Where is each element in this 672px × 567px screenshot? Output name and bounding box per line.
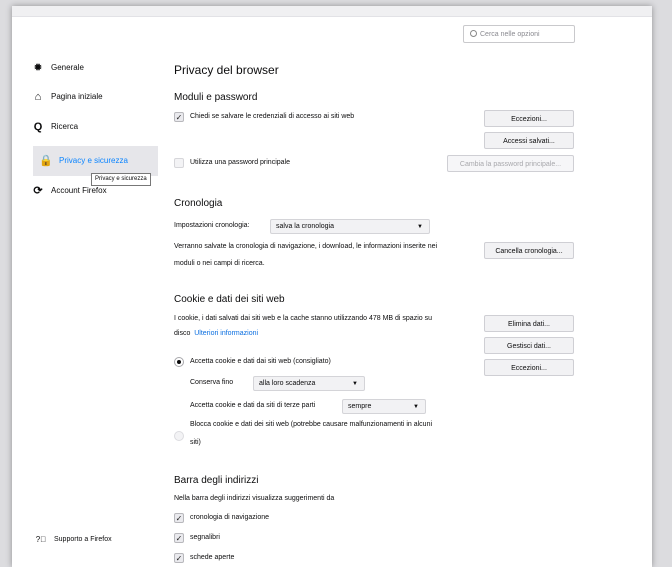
sidebar-item-label: Generale bbox=[51, 63, 84, 72]
cookies-description-line1: I cookie, i dati salvati dai siti web e … bbox=[174, 315, 432, 322]
chevron-down-icon: ▼ bbox=[352, 381, 358, 387]
accept-cookies-radio[interactable] bbox=[174, 357, 184, 367]
search-placeholder: Cerca nelle opzioni bbox=[480, 31, 540, 38]
third-party-cookies-dropdown[interactable]: sempre ▼ bbox=[342, 399, 426, 414]
sidebar-item-label: Ricerca bbox=[51, 122, 79, 131]
clear-history-button[interactable]: Cancella cronologia... bbox=[484, 242, 574, 259]
cookies-description-line2: disco Ulteriori informazioni bbox=[174, 327, 258, 341]
support-link[interactable]: ?⃝ Supporto a Firefox bbox=[34, 530, 112, 550]
window-top-edge bbox=[12, 6, 652, 17]
accept-cookies-label: Accetta cookie e dati dai siti web (cons… bbox=[190, 358, 331, 365]
sidebar-item-general[interactable]: ✹ Generale bbox=[31, 58, 84, 78]
gear-icon: ✹ bbox=[33, 62, 43, 74]
block-cookies-radio[interactable] bbox=[174, 431, 184, 441]
search-icon bbox=[470, 30, 477, 37]
cookie-exceptions-button[interactable]: Eccezioni... bbox=[484, 359, 574, 376]
third-party-cookies-value: sempre bbox=[348, 403, 372, 410]
history-description-line1: Verranno salvate la cronologia di naviga… bbox=[174, 243, 438, 250]
suggest-open-tabs-label: schede aperte bbox=[190, 554, 235, 561]
suggest-bookmarks-checkbox[interactable]: ✓ bbox=[174, 533, 184, 543]
help-icon: ?⃝ bbox=[35, 535, 47, 544]
change-master-password-button[interactable]: Cambia la password principale... bbox=[447, 155, 574, 172]
saved-logins-button[interactable]: Accessi salvati... bbox=[484, 132, 574, 149]
chevron-down-icon: ▼ bbox=[417, 224, 423, 230]
keep-until-value: alla loro scadenza bbox=[259, 380, 316, 387]
support-label: Supporto a Firefox bbox=[54, 536, 112, 543]
suggest-history-label: cronologia di navigazione bbox=[190, 514, 269, 521]
sidebar-item-label: Pagina iniziale bbox=[51, 92, 103, 101]
sidebar-item-label: Privacy e sicurezza bbox=[59, 156, 128, 165]
keep-until-label: Conserva fino bbox=[190, 379, 234, 386]
suggest-history-checkbox[interactable]: ✓ bbox=[174, 513, 184, 523]
section-heading-cookies: Cookie e dati dei siti web bbox=[174, 294, 285, 305]
home-icon: ⌂ bbox=[34, 91, 42, 103]
search-icon: Q bbox=[33, 121, 43, 133]
section-heading-address-bar: Barra degli indirizzi bbox=[174, 475, 259, 486]
block-cookies-label-line1: Blocca cookie e dati dei siti web (potre… bbox=[190, 421, 433, 428]
third-party-cookies-label: Accetta cookie e dati da siti di terze p… bbox=[190, 402, 316, 409]
sidebar-item-home[interactable]: ⌂ Pagina iniziale bbox=[31, 87, 103, 107]
ask-save-logins-label: Chiedi se salvare le credenziali di acce… bbox=[190, 113, 355, 120]
history-settings-value: salva la cronologia bbox=[276, 223, 334, 230]
preferences-window: Cerca nelle opzioni ✹ Generale ⌂ Pagina in… bbox=[12, 6, 652, 567]
manage-data-button[interactable]: Gestisci dati... bbox=[484, 337, 574, 354]
tooltip: Privacy e sicurezza bbox=[91, 173, 151, 186]
block-cookies-label-line2: siti) bbox=[190, 439, 201, 446]
suggest-open-tabs-checkbox[interactable]: ✓ bbox=[174, 553, 184, 563]
page-title: Privacy del browser bbox=[174, 63, 279, 77]
sidebar-item-privacy[interactable]: 🔒 Privacy e sicurezza bbox=[33, 146, 158, 176]
keep-until-dropdown[interactable]: alla loro scadenza ▼ bbox=[253, 376, 365, 391]
clear-data-button[interactable]: Elimina dati... bbox=[484, 315, 574, 332]
sidebar-item-search[interactable]: Q Ricerca bbox=[31, 117, 78, 137]
section-heading-logins: Moduli e password bbox=[174, 92, 258, 103]
master-password-checkbox[interactable] bbox=[174, 158, 184, 168]
chevron-down-icon: ▼ bbox=[413, 404, 419, 410]
history-description-line2: moduli o nei campi di ricerca. bbox=[174, 260, 265, 267]
cookies-description-text: disco bbox=[174, 330, 191, 337]
sync-icon: ⟳ bbox=[33, 185, 43, 197]
login-exceptions-button[interactable]: Eccezioni... bbox=[484, 110, 574, 127]
history-settings-dropdown[interactable]: salva la cronologia ▼ bbox=[270, 219, 430, 234]
learn-more-link[interactable]: Ulteriori informazioni bbox=[194, 330, 258, 337]
section-heading-history: Cronologia bbox=[174, 198, 223, 209]
suggest-bookmarks-label: segnalibri bbox=[190, 534, 220, 541]
master-password-label: Utilizza una password principale bbox=[190, 159, 290, 166]
search-input[interactable]: Cerca nelle opzioni bbox=[463, 25, 575, 43]
lock-icon: 🔒 bbox=[39, 155, 53, 167]
ask-save-logins-checkbox[interactable]: ✓ bbox=[174, 112, 184, 122]
address-bar-description: Nella barra degli indirizzi visualizza s… bbox=[174, 495, 335, 502]
history-settings-label: Impostazioni cronologia: bbox=[174, 222, 250, 229]
sidebar-item-label: Account Firefox bbox=[51, 186, 107, 195]
